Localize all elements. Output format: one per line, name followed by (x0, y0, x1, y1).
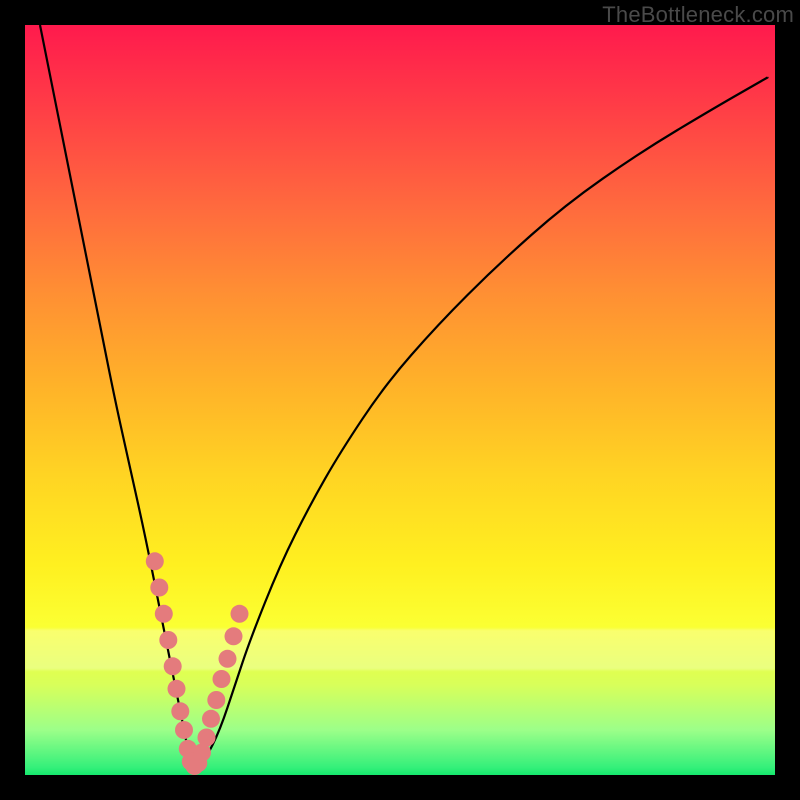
curve-marker (164, 657, 182, 675)
curve-marker (213, 670, 231, 688)
chart-svg-layer (25, 25, 775, 775)
watermark-text: TheBottleneck.com (602, 2, 794, 28)
curve-marker (159, 631, 177, 649)
marker-group (146, 552, 249, 775)
curve-group (40, 25, 768, 768)
curve-marker (146, 552, 164, 570)
curve-marker (150, 579, 168, 597)
bottleneck-curve-right (198, 78, 768, 768)
curve-marker (231, 605, 249, 623)
bottleneck-curve-left (40, 25, 198, 768)
curve-marker (168, 680, 186, 698)
curve-marker (219, 650, 237, 668)
curve-marker (202, 710, 220, 728)
curve-marker (171, 702, 189, 720)
curve-marker (207, 691, 225, 709)
curve-marker (175, 721, 193, 739)
plot-area (25, 25, 775, 775)
curve-marker (155, 605, 173, 623)
curve-marker (198, 729, 216, 747)
chart-frame: TheBottleneck.com (0, 0, 800, 800)
curve-marker (225, 627, 243, 645)
